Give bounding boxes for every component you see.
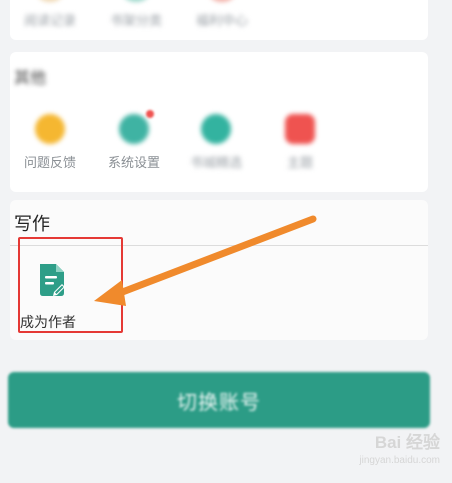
baidu-watermark: Bai 经验 jingyan.baidu.com (359, 428, 440, 466)
watermark-main: Bai 经验 (374, 433, 440, 452)
switch-account-button[interactable]: 切换账号 (8, 372, 430, 428)
watermark-sub: jingyan.baidu.com (359, 455, 440, 466)
switch-account-label: 切换账号 (177, 389, 261, 414)
